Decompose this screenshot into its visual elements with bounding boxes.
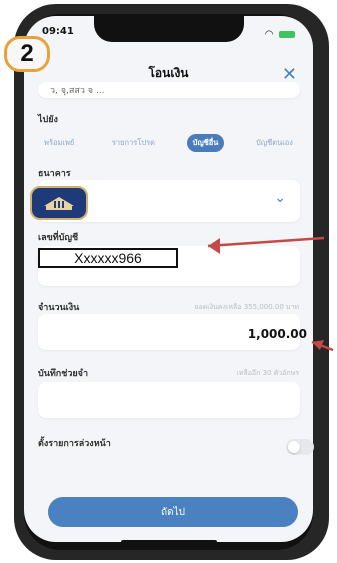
account-number-value: Xxxxxx966 [38, 248, 178, 268]
bank-logo [30, 186, 88, 220]
tab-promptpay[interactable]: พร้อมเพย์ [38, 134, 80, 152]
schedule-toggle[interactable] [286, 439, 314, 455]
memo-field[interactable] [38, 382, 300, 418]
schedule-label: ตั้งรายการล่วงหน้า [38, 439, 111, 449]
annotation-arrow-account [207, 236, 325, 254]
battery-icon [279, 30, 295, 38]
notch [93, 16, 244, 42]
source-account-card[interactable]: ว, จุ,สสว จ ... [38, 82, 300, 98]
wifi-icon: ◠ [265, 28, 273, 40]
annotation-arrow-amount [311, 340, 334, 352]
amount-label: จำนวนเงิน [38, 303, 80, 313]
home-indicator [120, 540, 217, 544]
status-icons: ◠ [265, 26, 295, 42]
amount-value: 1,000.00 [247, 327, 307, 341]
toggle-knob [288, 441, 300, 453]
chevron-down-icon: ⌄ [274, 190, 286, 206]
next-button[interactable]: ถัดไป [48, 497, 298, 527]
memo-hint: เหลืออีก 30 ตัวอักษร [236, 369, 299, 377]
to-section-label: ไปยัง [38, 115, 58, 125]
screen: 09:41 ◠ โอนเงิน ✕ ว, จุ,สสว จ ... ไปยัง … [24, 16, 313, 542]
tab-favorites[interactable]: รายการโปรด [106, 134, 161, 152]
balance-hint: ยอดเงินคงเหลือ 355,000.00 บาท [194, 303, 299, 311]
tab-own-account[interactable]: บัญชีตนเอง [250, 134, 299, 152]
bank-logo-mark [40, 194, 78, 212]
status-time: 09:41 [42, 26, 74, 37]
source-account-text: ว, จุ,สสว จ ... [50, 86, 105, 96]
page-title: โอนเงิน [148, 65, 189, 80]
step-badge: 2 [4, 36, 50, 72]
memo-label: บันทึกช่วยจำ [38, 369, 89, 379]
tab-other-account[interactable]: บัญชีอื่น [186, 134, 225, 152]
bank-label: ธนาคาร [38, 169, 71, 179]
recipient-tabs: พร้อมเพย์ รายการโปรด บัญชีอื่น บัญชีตนเอ… [38, 134, 299, 152]
account-number-label: เลขที่บัญชี [38, 233, 79, 243]
